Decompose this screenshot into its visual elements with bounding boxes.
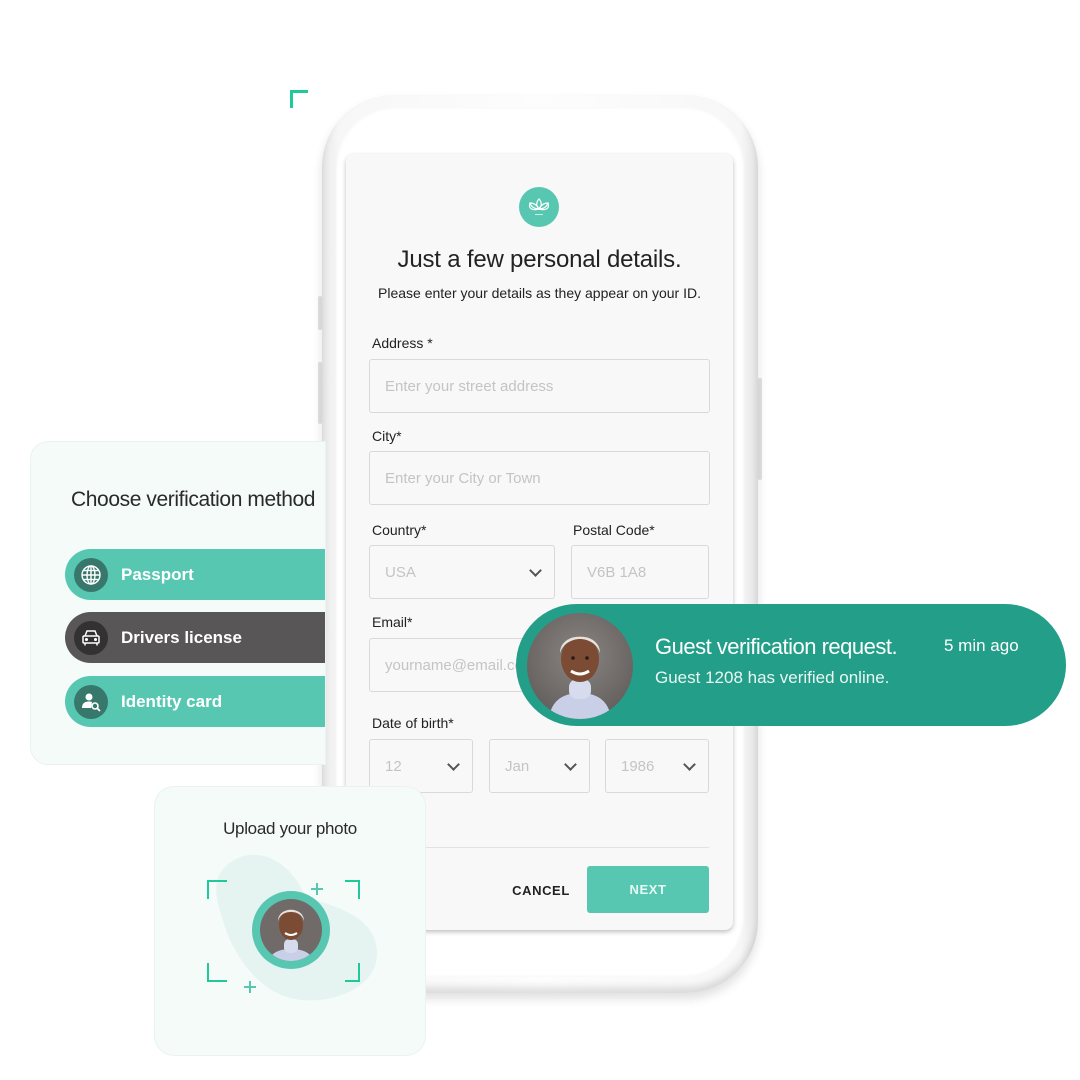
- user-search-icon: [74, 684, 108, 719]
- form-subtitle: Please enter your details as they appear…: [378, 285, 701, 301]
- chevron-down-icon: [447, 758, 460, 771]
- country-select[interactable]: USA: [369, 545, 555, 599]
- dob-day-select[interactable]: 12: [369, 739, 473, 793]
- email-label: Email*: [372, 614, 413, 630]
- next-button[interactable]: NEXT: [587, 866, 709, 913]
- dob-day-value: 12: [385, 757, 402, 775]
- chevron-down-icon: [683, 758, 696, 771]
- method-label: Drivers license: [121, 627, 242, 647]
- guest-avatar: [527, 613, 633, 719]
- dob-label: Date of birth*: [372, 715, 454, 731]
- upload-photo-title: Upload your photo: [223, 819, 357, 838]
- dob-year-select[interactable]: 1986: [605, 739, 709, 793]
- verification-method-title: Choose verification method: [71, 488, 316, 511]
- guest-verification-notification[interactable]: Guest verification request. 5 min ago Gu…: [516, 604, 1066, 726]
- globe-icon: [74, 557, 108, 592]
- city-label: City*: [372, 428, 402, 444]
- postal-code-input[interactable]: V6B 1A8: [571, 545, 709, 599]
- notification-title: Guest verification request.: [655, 634, 898, 659]
- dob-month-value: Jan: [505, 757, 530, 775]
- address-input[interactable]: Enter your street address: [369, 359, 710, 413]
- phone-power-button: [758, 378, 762, 480]
- dob-month-select[interactable]: Jan: [489, 739, 590, 793]
- chevron-down-icon: [529, 564, 542, 577]
- method-passport[interactable]: Passport: [65, 549, 325, 600]
- upload-photo-card[interactable]: Upload your photo: [154, 786, 426, 1056]
- country-label: Country*: [372, 522, 427, 538]
- cancel-button[interactable]: CANCEL: [501, 866, 581, 914]
- notification-time: 5 min ago: [944, 636, 1019, 655]
- lotus-icon: [519, 187, 559, 227]
- verification-method-card: Choose verification method Passport Driv…: [30, 441, 326, 765]
- method-drivers-license[interactable]: Drivers license: [65, 612, 325, 663]
- form-title: Just a few personal details.: [397, 246, 682, 273]
- method-identity-card[interactable]: Identity card: [65, 676, 325, 727]
- country-value: USA: [385, 563, 416, 581]
- method-label: Passport: [121, 564, 194, 584]
- postal-code-label: Postal Code*: [573, 522, 655, 538]
- chevron-down-icon: [564, 758, 577, 771]
- corner-bracket-decoration: [290, 90, 308, 108]
- city-input[interactable]: Enter your City or Town: [369, 451, 710, 505]
- car-icon: [74, 620, 108, 655]
- dob-year-value: 1986: [621, 757, 655, 775]
- notification-body: Guest 1208 has verified online.: [655, 668, 890, 687]
- address-label: Address *: [372, 335, 433, 351]
- method-label: Identity card: [121, 691, 223, 711]
